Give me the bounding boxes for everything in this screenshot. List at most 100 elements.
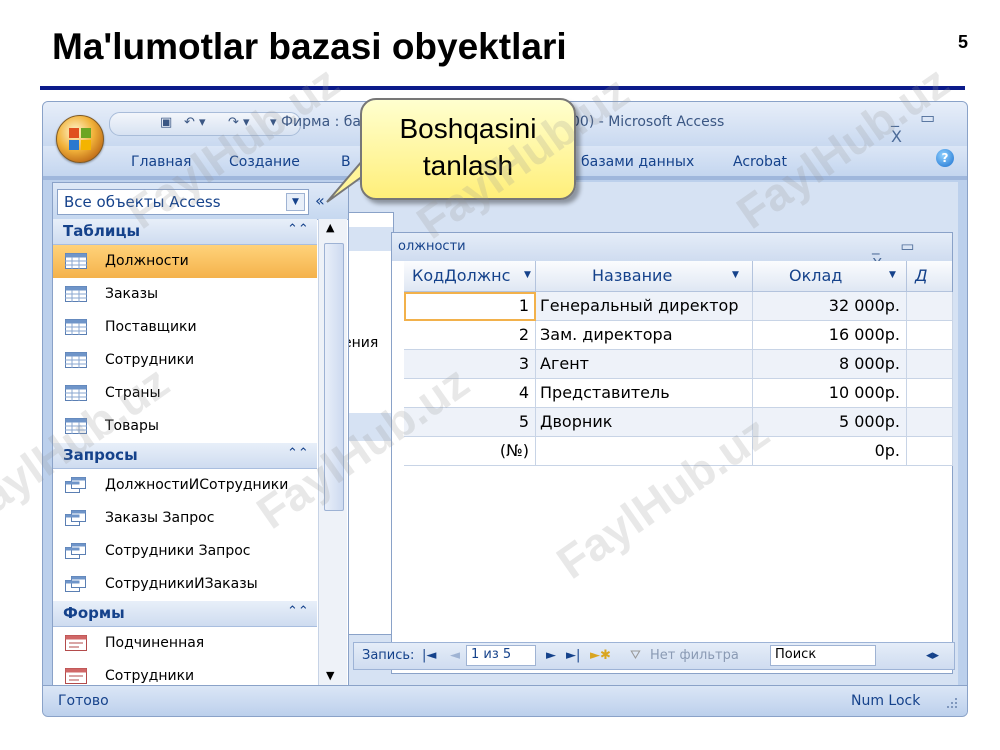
- cell-value: Зам. директора: [540, 325, 673, 344]
- table-cell[interactable]: 1: [404, 292, 536, 321]
- cell-value: 3: [518, 354, 529, 373]
- cell-value: Агент: [540, 354, 589, 373]
- query-icon: [65, 477, 87, 497]
- status-numlock: Num Lock: [851, 693, 921, 709]
- table-window-titlebar: [392, 233, 952, 261]
- cell-value: 2: [518, 325, 529, 344]
- nav-item[interactable]: Подчиненная: [53, 627, 317, 660]
- table-cell[interactable]: [907, 321, 953, 350]
- table-cell[interactable]: Генеральный директор: [536, 292, 753, 321]
- cell-value: 10 000р.: [828, 383, 900, 402]
- nav-item-label: СотрудникиИЗаказы: [105, 576, 258, 592]
- table-cell[interactable]: (№): [404, 437, 536, 466]
- first-record-icon[interactable]: |◄: [422, 648, 436, 663]
- nav-item[interactable]: Должности: [53, 245, 317, 278]
- table-icon: [65, 253, 87, 273]
- chevron-down-icon[interactable]: ▼: [524, 270, 531, 280]
- nav-item-label: Должности: [105, 253, 189, 269]
- nav-group-label: Таблицы: [63, 222, 141, 240]
- nav-item[interactable]: Поставщики: [53, 311, 317, 344]
- table-cell[interactable]: 8 000р.: [753, 350, 907, 379]
- title-divider: [40, 86, 965, 90]
- cell-value: 16 000р.: [828, 325, 900, 344]
- filter-status[interactable]: Нет фильтра: [650, 648, 739, 663]
- table-cell[interactable]: [907, 437, 953, 466]
- collapse-group-icon[interactable]: ⌃⌃: [287, 222, 309, 237]
- column-header-name[interactable]: Название ▼: [536, 261, 753, 292]
- table-cell[interactable]: 5 000р.: [753, 408, 907, 437]
- table-cell[interactable]: [907, 292, 953, 321]
- status-bar: Готово Num Lock: [43, 685, 967, 716]
- nav-item-label: Поставщики: [105, 319, 197, 335]
- table-cell[interactable]: 10 000р.: [753, 379, 907, 408]
- nav-item[interactable]: СотрудникиИЗаказы: [53, 568, 317, 601]
- tab-database-tools[interactable]: базами данных: [581, 154, 694, 170]
- prev-record-icon[interactable]: ◄: [450, 648, 460, 663]
- query-icon: [65, 576, 87, 596]
- cell-value: 1: [518, 296, 529, 315]
- nav-group-forms[interactable]: Формы ⌃⌃: [53, 601, 317, 627]
- cell-value: Генеральный директор: [540, 296, 739, 315]
- chevron-down-icon[interactable]: ▼: [889, 270, 896, 280]
- nav-item[interactable]: Сотрудники: [53, 344, 317, 377]
- table-icon: [65, 286, 87, 306]
- filter-icon[interactable]: ⛛: [630, 648, 641, 663]
- column-header-code[interactable]: КодДолжнс ▼: [404, 261, 536, 292]
- table-icon: [65, 319, 87, 339]
- nav-item-label: Сотрудники: [105, 668, 195, 684]
- cell-value: 32 000р.: [828, 296, 900, 315]
- form-icon: [65, 635, 87, 655]
- cell-value: 5 000р.: [838, 412, 900, 431]
- record-label: Запись:: [362, 648, 415, 663]
- undo-icon[interactable]: ↶ ▾: [184, 115, 206, 130]
- table-cell[interactable]: Представитель: [536, 379, 753, 408]
- column-header-salary[interactable]: Оклад ▼: [753, 261, 907, 292]
- table-cell[interactable]: 2: [404, 321, 536, 350]
- office-logo-icon: [69, 128, 91, 150]
- nav-item-label: Заказы Запрос: [105, 510, 215, 526]
- table-icon: [65, 352, 87, 372]
- new-record-icon[interactable]: ►✱: [590, 648, 611, 663]
- help-icon[interactable]: ?: [936, 149, 954, 167]
- cell-value: (№): [499, 441, 529, 460]
- last-record-icon[interactable]: ►|: [566, 648, 580, 663]
- table-cell[interactable]: 0р.: [753, 437, 907, 466]
- nav-group-label: Формы: [63, 604, 125, 622]
- table-cell[interactable]: [907, 350, 953, 379]
- nav-item[interactable]: Заказы: [53, 278, 317, 311]
- chevron-down-icon[interactable]: ▼: [286, 193, 305, 211]
- resize-grip-icon[interactable]: [941, 696, 959, 710]
- nav-item-label: Заказы: [105, 286, 159, 302]
- table-cell[interactable]: Агент: [536, 350, 753, 379]
- slide-number: 5: [958, 32, 969, 52]
- nav-item-label: Сотрудники Запрос: [105, 543, 251, 559]
- scroll-up-icon[interactable]: ▲: [326, 221, 334, 234]
- query-icon: [65, 510, 87, 530]
- nav-item[interactable]: Сотрудники Запрос: [53, 535, 317, 568]
- table-cell[interactable]: [907, 379, 953, 408]
- cell-value: 5: [518, 412, 529, 431]
- column-header-extra[interactable]: Д: [907, 261, 952, 292]
- record-position-input[interactable]: 1 из 5: [466, 645, 536, 666]
- nav-item-label: Подчиненная: [105, 635, 205, 651]
- table-cell[interactable]: 32 000р.: [753, 292, 907, 321]
- table-cell[interactable]: [907, 408, 953, 437]
- cell-value: Представитель: [540, 383, 670, 402]
- table-window: олжности _ ▭ X КодДолжнс ▼ Название ▼ Ок…: [391, 232, 953, 674]
- office-button[interactable]: [56, 115, 104, 163]
- next-record-icon[interactable]: ►: [546, 648, 556, 663]
- record-navigator: Запись: |◄ ◄ 1 из 5 ► ►| ►✱ ⛛ Нет фильтр…: [353, 642, 955, 670]
- horizontal-scroll-icon[interactable]: ◂▸: [926, 648, 939, 663]
- table-cell[interactable]: 16 000р.: [753, 321, 907, 350]
- scroll-down-icon[interactable]: ▼: [326, 669, 334, 682]
- nav-group-tables[interactable]: Таблицы ⌃⌃: [53, 219, 317, 245]
- cell-value: 0р.: [874, 441, 900, 460]
- save-icon[interactable]: ▣: [160, 115, 172, 130]
- collapse-group-icon[interactable]: ⌃⌃: [287, 604, 309, 619]
- search-input[interactable]: Поиск: [770, 645, 876, 666]
- table-cell[interactable]: Зам. директора: [536, 321, 753, 350]
- chevron-down-icon[interactable]: ▼: [732, 270, 739, 280]
- cell-value: 4: [518, 383, 529, 402]
- cell-value: 8 000р.: [838, 354, 900, 373]
- status-ready: Готово: [58, 693, 109, 709]
